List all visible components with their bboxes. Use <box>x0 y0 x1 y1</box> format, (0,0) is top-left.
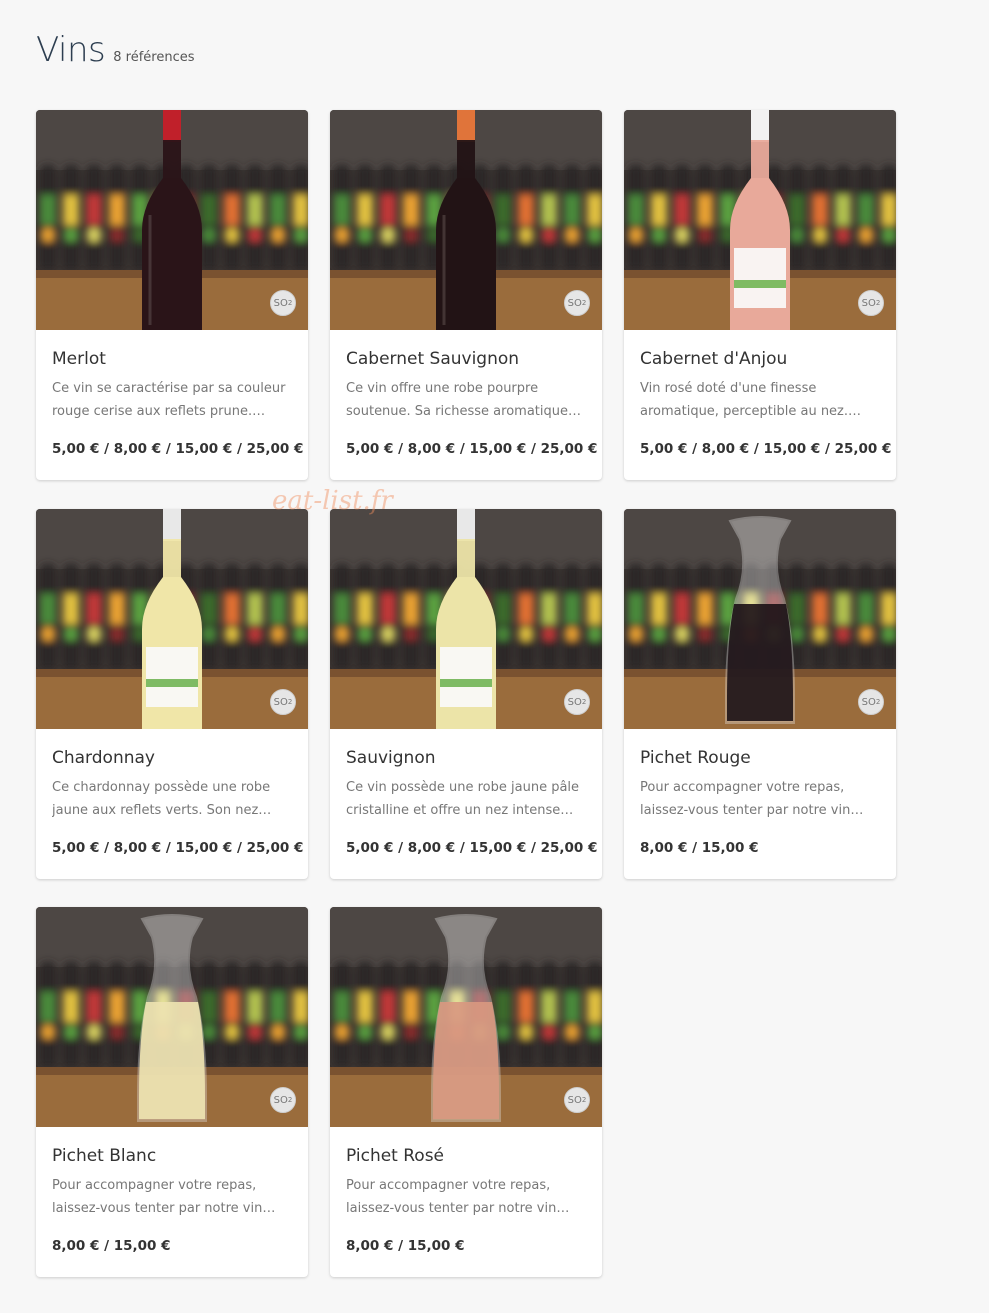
product-price: 5,00 € / 8,00 € / 15,00 € / 25,00 € <box>346 840 598 856</box>
product-description: Pour accompagner votre repas, laissez-vo… <box>346 1178 570 1216</box>
product-name: Cabernet d'Anjou <box>640 349 788 369</box>
product-card[interactable]: SO 2 Pichet Rosé Pour accompagner votre rep… <box>330 907 602 1277</box>
product-description: Ce vin offre une robe pourpre soutenue. … <box>346 381 581 419</box>
product-card[interactable]: SO 2 Chardonnay Ce chardonnay possède une r… <box>36 509 308 879</box>
product-price: 5,00 € / 8,00 € / 15,00 € / 25,00 € <box>52 840 304 856</box>
product-description: Ce vin se caractérise par sa couleur rou… <box>52 381 286 419</box>
so2-allergen-icon: SO 2 <box>270 290 296 316</box>
product-price: 5,00 € / 8,00 € / 15,00 € / 25,00 € <box>52 441 304 457</box>
reference-count: 8 références <box>113 50 195 65</box>
product-photo: SO 2 <box>624 509 896 729</box>
watermark: eat-list.fr <box>272 486 393 516</box>
product-info: Pichet Rouge Pour accompagner votre repas… <box>624 729 896 856</box>
so2-allergen-icon: SO 2 <box>270 689 296 715</box>
so2-allergen-icon: SO 2 <box>858 290 884 316</box>
product-name: Merlot <box>52 349 106 369</box>
product-price: 8,00 € / 15,00 € <box>640 840 759 856</box>
product-info: Sauvignon Ce vin possède une robe jaune p… <box>330 729 602 856</box>
so2-allergen-icon: SO 2 <box>564 689 590 715</box>
product-description: Pour accompagner votre repas, laissez-vo… <box>52 1178 276 1216</box>
product-name: Pichet Rouge <box>640 748 751 768</box>
product-info: Pichet Rosé Pour accompagner votre repas,… <box>330 1127 602 1254</box>
product-card[interactable]: SO 2 Cabernet d'Anjou Vin rosé doté d'une f… <box>624 110 896 480</box>
product-card[interactable]: SO 2 Sauvignon Ce vin possède une robe jaun… <box>330 509 602 879</box>
product-info: Merlot Ce vin se caractérise par sa coule… <box>36 330 308 457</box>
product-info: Cabernet d'Anjou Vin rosé doté d'une fine… <box>624 330 896 457</box>
product-price: 5,00 € / 8,00 € / 15,00 € / 25,00 € <box>346 441 598 457</box>
product-photo: SO 2 <box>36 110 308 330</box>
section-header: Vins 8 références <box>36 30 194 70</box>
product-name: Cabernet Sauvignon <box>346 349 520 369</box>
product-photo: SO 2 <box>624 110 896 330</box>
product-info: Cabernet Sauvignon Ce vin offre une robe … <box>330 330 602 457</box>
product-price: 5,00 € / 8,00 € / 15,00 € / 25,00 € <box>640 441 892 457</box>
so2-allergen-icon: SO 2 <box>564 290 590 316</box>
product-name: Pichet Rosé <box>346 1146 445 1166</box>
product-description: Vin rosé doté d'une finesse aromatique, … <box>640 381 862 419</box>
product-card[interactable]: SO 2 Pichet Rouge Pour accompagner votre re… <box>624 509 896 879</box>
product-photo: SO 2 <box>330 907 602 1127</box>
product-name: Sauvignon <box>346 748 436 768</box>
product-description: Ce chardonnay possède une robe jaune aux… <box>52 780 271 818</box>
product-photo: SO 2 <box>330 509 602 729</box>
product-card[interactable]: SO 2 Cabernet Sauvignon Ce vin offre une ro… <box>330 110 602 480</box>
section-title: Vins <box>36 30 106 70</box>
product-card[interactable]: SO 2 Merlot Ce vin se caractérise par sa co… <box>36 110 308 480</box>
product-name: Pichet Blanc <box>52 1146 157 1166</box>
product-photo: SO 2 <box>330 110 602 330</box>
product-photo: SO 2 <box>36 907 308 1127</box>
so2-allergen-icon: SO 2 <box>858 689 884 715</box>
product-description: Ce vin possède une robe jaune pâle crist… <box>346 780 580 818</box>
product-info: Pichet Blanc Pour accompagner votre repas… <box>36 1127 308 1254</box>
so2-allergen-icon: SO 2 <box>270 1087 296 1113</box>
product-price: 8,00 € / 15,00 € <box>346 1238 465 1254</box>
so2-allergen-icon: SO 2 <box>564 1087 590 1113</box>
product-card[interactable]: SO 2 Pichet Blanc Pour accompagner votre re… <box>36 907 308 1277</box>
product-photo: SO 2 <box>36 509 308 729</box>
product-name: Chardonnay <box>52 748 155 768</box>
product-description: Pour accompagner votre repas, laissez-vo… <box>640 780 864 818</box>
product-price: 8,00 € / 15,00 € <box>52 1238 171 1254</box>
product-info: Chardonnay Ce chardonnay possède une robe… <box>36 729 308 856</box>
